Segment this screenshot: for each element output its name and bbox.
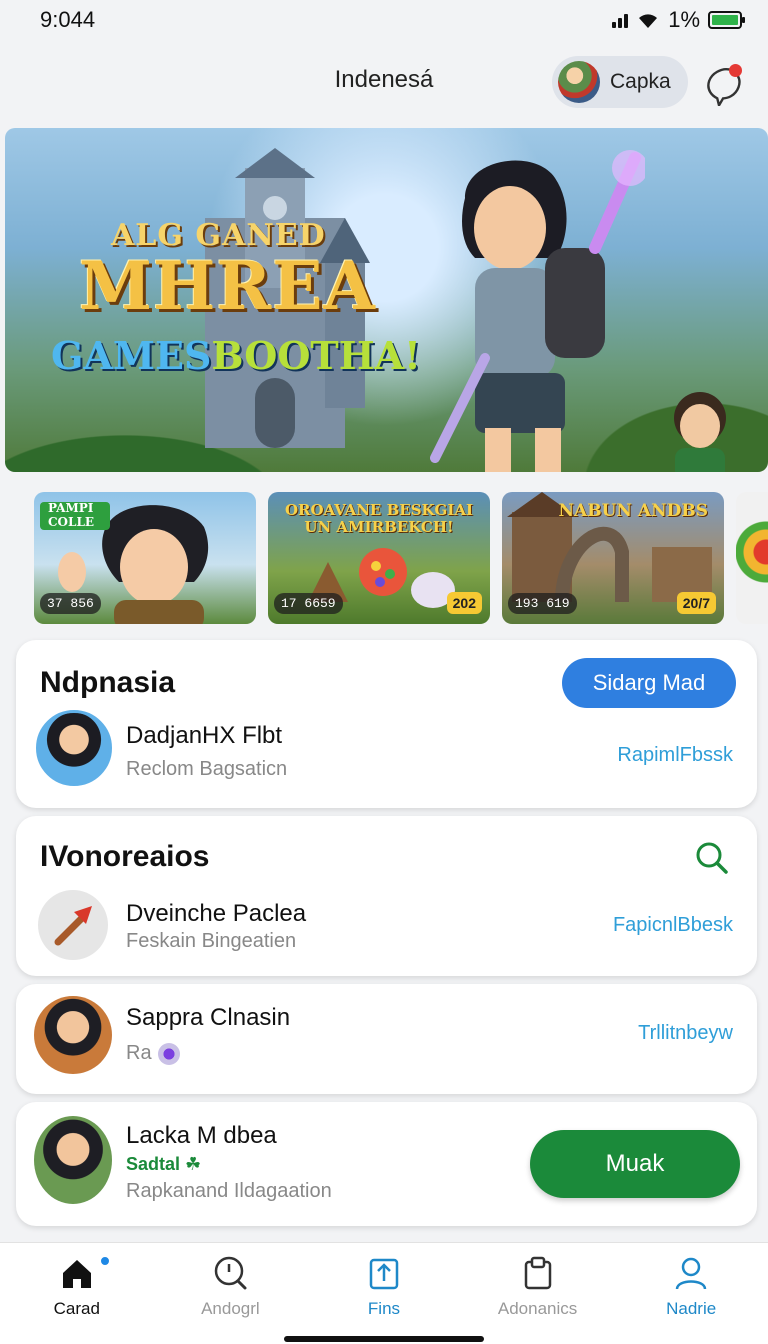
profile-icon bbox=[675, 1257, 707, 1290]
list-card: Sappra Clnasin Ra Trllitnbeyw bbox=[16, 984, 757, 1094]
nav-label: Andogrl bbox=[201, 1299, 260, 1318]
home-icon bbox=[62, 1260, 91, 1288]
card-heading: IVonoreaios bbox=[40, 840, 210, 873]
avatar bbox=[34, 1116, 112, 1204]
thumbnail-count: 17 6659 bbox=[274, 593, 343, 614]
nav-badge-dot bbox=[99, 1255, 111, 1267]
row-subtitle: Reclom Bagsaticn bbox=[126, 758, 288, 780]
game-thumbnail[interactable] bbox=[736, 492, 768, 624]
nav-item-search[interactable]: Andogrl bbox=[154, 1243, 308, 1344]
arrow-icon bbox=[54, 906, 92, 946]
game-thumbnail[interactable]: OROAVANE BESKGIAI UN AMIRBEKCH! 17 6659 … bbox=[268, 492, 490, 624]
nav-item-upload[interactable]: Fins bbox=[307, 1243, 461, 1344]
companion-illustration bbox=[674, 392, 726, 472]
leaf-icon: ☘ bbox=[185, 1154, 202, 1174]
status-indicators: 1% bbox=[612, 7, 745, 33]
row-link[interactable]: Trllitnbeyw bbox=[638, 1022, 733, 1045]
thumbnail-count: 193 619 bbox=[508, 593, 577, 614]
row-title: Dveinche Paclea bbox=[126, 900, 307, 927]
primary-action-button[interactable]: Sidarg Mad bbox=[562, 658, 736, 708]
status-badge-text: Sadtal bbox=[126, 1154, 181, 1174]
avatar bbox=[558, 61, 600, 103]
home-indicator[interactable] bbox=[284, 1336, 484, 1342]
nav-label: Carad bbox=[53, 1299, 100, 1318]
account-label: Capka bbox=[610, 70, 671, 93]
thumbnail-count: 37 856 bbox=[40, 593, 101, 614]
card-heading: Ndpnasia bbox=[40, 666, 176, 699]
avatar bbox=[34, 996, 112, 1074]
battery-percent: 1% bbox=[668, 7, 700, 32]
upload-icon bbox=[369, 1258, 399, 1290]
nav-label: Adonanics bbox=[497, 1299, 578, 1318]
notifications-button[interactable] bbox=[702, 62, 746, 109]
row-subtitle: Ra bbox=[126, 1042, 180, 1065]
thumbnail-title: PAMPI COLLE bbox=[40, 501, 110, 530]
account-chip[interactable]: Capka bbox=[552, 56, 688, 108]
thumbnail-title: OROAVANE BESKGIAI UN AMIRBEKCH! bbox=[284, 501, 474, 537]
row-link[interactable]: RapimlFbssk bbox=[617, 744, 733, 767]
hero-title: ALG GANED MHREA GAMESBOOTHA! bbox=[51, 218, 421, 378]
list-card: Lacka M dbea Sadtal ☘ Rapkanand Ildagaat… bbox=[16, 1102, 757, 1226]
signal-icon bbox=[612, 12, 629, 28]
bottom-nav: Carad Andogrl Fins Adonanics Nadrie bbox=[0, 1242, 768, 1344]
game-thumbnail[interactable]: NABUN ANDBS 193 619 20/7 bbox=[502, 492, 724, 624]
orb-icon bbox=[157, 1042, 180, 1065]
notification-dot bbox=[729, 64, 742, 77]
search-icon[interactable] bbox=[694, 840, 730, 876]
row-title: DadjanHX Flbt bbox=[126, 722, 283, 749]
nav-item-home[interactable]: Carad bbox=[0, 1243, 154, 1344]
search-icon bbox=[215, 1256, 247, 1290]
thumbnail-title: NABUN ANDBS bbox=[558, 501, 709, 521]
row-title: Sappra Clnasin bbox=[126, 1004, 291, 1031]
nav-item-activity[interactable]: Adonanics bbox=[461, 1243, 615, 1344]
nav-item-profile[interactable]: Nadrie bbox=[614, 1243, 768, 1344]
row-subtitle: Rapkanand Ildagaation bbox=[126, 1180, 332, 1202]
hero-subtitle-a: GAMES bbox=[51, 333, 212, 378]
thumbnail-badge: 202 bbox=[446, 592, 482, 614]
nav-label: Nadrie bbox=[666, 1299, 717, 1318]
app-header: Indenesá Capka bbox=[0, 50, 768, 114]
game-thumbnail-row: PAMPI COLLE 37 856 OROAVANE BESKGIAI UN … bbox=[34, 492, 768, 624]
status-badge: Sadtal ☘ bbox=[126, 1154, 201, 1175]
row-title: Lacka M dbea bbox=[126, 1122, 277, 1149]
row-subtitle-text: Ra bbox=[126, 1042, 152, 1064]
hero-subtitle-b: BOOTHA! bbox=[211, 333, 421, 378]
nav-label: Fins bbox=[367, 1299, 401, 1318]
status-bar: 9:044 1% bbox=[0, 0, 768, 40]
avatar bbox=[38, 890, 108, 960]
row-link[interactable]: FapicnlBbesk bbox=[613, 914, 733, 937]
hero-main-title: MHREA bbox=[79, 247, 376, 325]
action-button[interactable]: Muak bbox=[530, 1130, 740, 1198]
hero-subtitle: GAMESBOOTHA! bbox=[51, 333, 421, 378]
hero-character-illustration bbox=[430, 150, 645, 472]
clipboard-icon bbox=[524, 1256, 551, 1290]
hero-banner[interactable]: ALG GANED MHREA GAMESBOOTHA! bbox=[5, 128, 768, 472]
featured-card: Ndpnasia Sidarg Mad DadjanHX Flbt Reclom… bbox=[16, 640, 757, 808]
thumbnail-badge: 20/7 bbox=[676, 592, 716, 614]
wifi-icon bbox=[639, 14, 658, 28]
battery-icon bbox=[708, 11, 745, 29]
status-time: 9:044 bbox=[40, 7, 96, 32]
list-card: IVonoreaios Dveinche Paclea Feskain Bing… bbox=[16, 816, 757, 976]
row-subtitle: Feskain Bingeatien bbox=[126, 930, 297, 952]
game-thumbnail[interactable]: PAMPI COLLE 37 856 bbox=[34, 492, 256, 624]
avatar bbox=[36, 710, 112, 786]
